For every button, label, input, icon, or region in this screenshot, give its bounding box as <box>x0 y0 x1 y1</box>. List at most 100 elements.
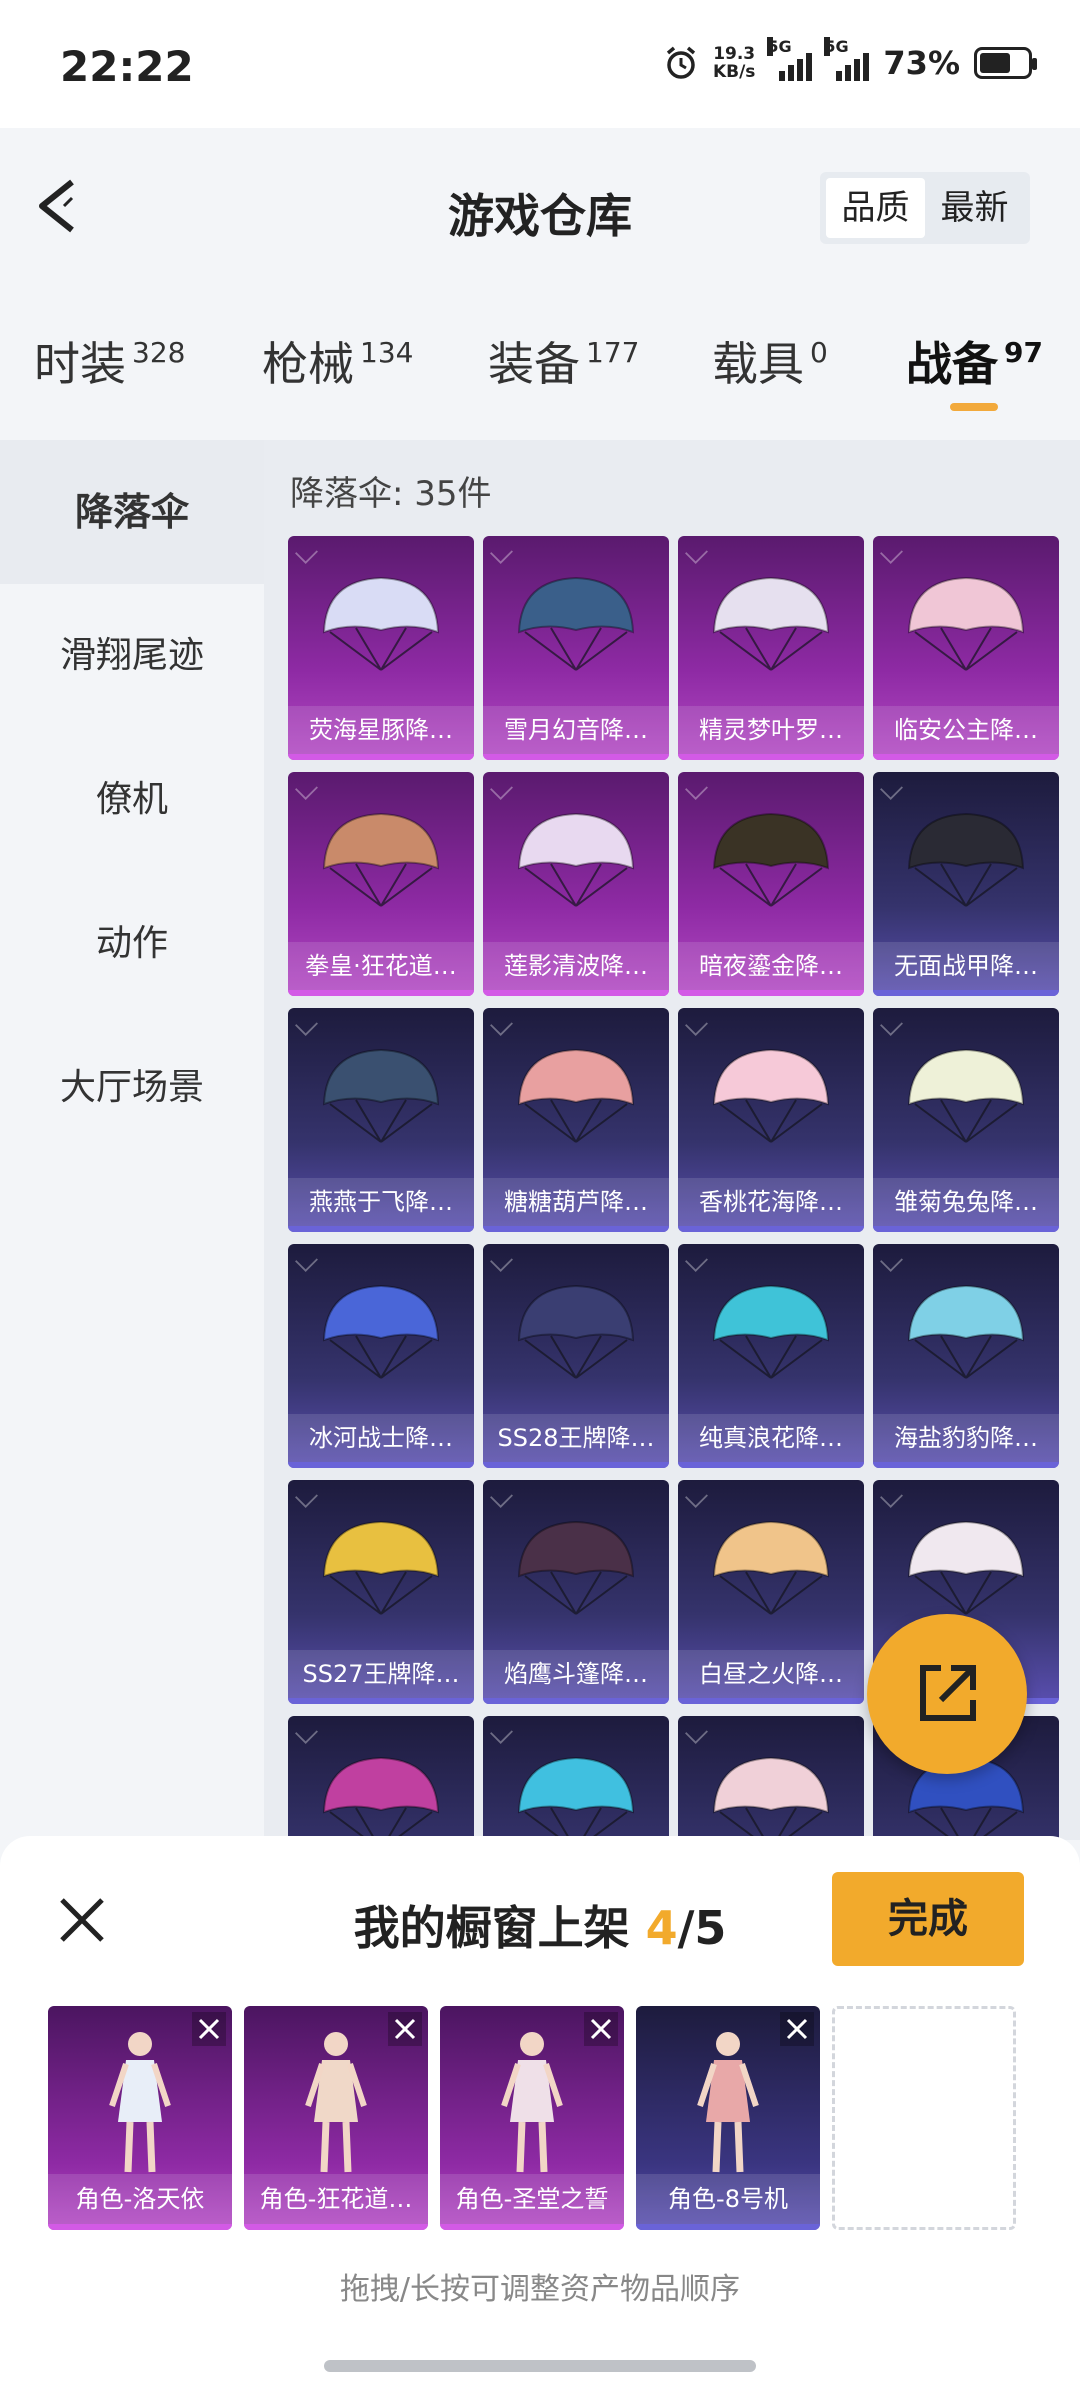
tab-fashion[interactable]: 时装 328 <box>34 328 185 394</box>
item-name: 香桃花海降… <box>678 1178 864 1226</box>
parachute-icon <box>907 1048 1025 1143</box>
item-card[interactable]: 冰河战士降… <box>288 1244 474 1468</box>
done-button[interactable]: 完成 <box>832 1872 1024 1966</box>
tab-equipment[interactable]: 装备 177 <box>488 328 639 394</box>
parachute-icon <box>712 1520 830 1615</box>
parachute-icon <box>907 1520 1025 1615</box>
signal-label-1: 5G <box>767 37 792 56</box>
item-card[interactable]: 海盐豹豹降… <box>873 1244 1059 1468</box>
parachute-icon <box>712 1048 830 1143</box>
item-card[interactable]: 香桃花海降… <box>678 1008 864 1232</box>
tab-vehicles[interactable]: 载具 0 <box>712 328 828 394</box>
item-name: 白昼之火降… <box>678 1650 864 1698</box>
item-name: 雪月幻音降… <box>483 706 669 754</box>
item-card[interactable]: 雪月幻音降… <box>483 536 669 760</box>
showcase-slot[interactable]: 角色-圣堂之誓 <box>440 2006 624 2230</box>
showcase-slot[interactable]: 角色-洛天依 <box>48 2006 232 2230</box>
item-card[interactable]: 雏菊兔兔降… <box>873 1008 1059 1232</box>
rarity-bar <box>873 1226 1059 1232</box>
remove-icon[interactable] <box>388 2012 422 2046</box>
sidebar-item-lobby-scene[interactable]: 大厅场景 <box>0 1016 264 1160</box>
parachute-icon <box>322 812 440 907</box>
check-icon <box>295 541 318 564</box>
item-card[interactable]: SS27王牌降… <box>288 1480 474 1704</box>
sort-toggle: 品质 最新 <box>820 172 1030 244</box>
header: 游戏仓库 品质 最新 <box>0 128 1080 278</box>
showcase-current-count: 4 <box>645 1901 678 1955</box>
rarity-bar <box>288 754 474 760</box>
showcase-total: /5 <box>677 1901 727 1955</box>
tab-count: 328 <box>132 336 186 369</box>
home-indicator[interactable] <box>324 2360 756 2372</box>
check-icon <box>685 1013 708 1036</box>
item-card[interactable]: 纯真浪花降… <box>678 1244 864 1468</box>
check-icon <box>490 1721 513 1744</box>
item-name: 糖糖葫芦降… <box>483 1178 669 1226</box>
item-name: 拳皇·狂花道… <box>288 942 474 990</box>
parachute-icon <box>712 1756 830 1840</box>
rarity-bar <box>873 1462 1059 1468</box>
remove-icon[interactable] <box>584 2012 618 2046</box>
rarity-bar <box>483 1698 669 1704</box>
check-icon <box>880 777 903 800</box>
parachute-icon <box>517 1284 635 1379</box>
rarity-bar <box>678 1226 864 1232</box>
sidebar-item-parachute[interactable]: 降落伞 <box>0 440 264 584</box>
sidebar-item-emote[interactable]: 动作 <box>0 872 264 1016</box>
item-card[interactable]: 糖糖葫芦降… <box>483 1008 669 1232</box>
item-card[interactable]: SS28王牌降… <box>483 1244 669 1468</box>
rarity-bar <box>288 1226 474 1232</box>
sidebar-item-wingman[interactable]: 僚机 <box>0 728 264 872</box>
item-name: 冰河战士降… <box>288 1414 474 1462</box>
net-speed: 19.3 KB/s <box>713 45 755 81</box>
tab-guns[interactable]: 枪械 134 <box>262 328 413 394</box>
sort-option-quality[interactable]: 品质 <box>826 178 925 238</box>
item-card[interactable]: 燕燕于飞降… <box>288 1008 474 1232</box>
signal-label-2: 5G <box>824 37 849 56</box>
share-button[interactable] <box>867 1614 1027 1774</box>
parachute-icon <box>322 1048 440 1143</box>
item-card[interactable]: 暗夜鎏金降… <box>678 772 864 996</box>
item-name: 焰鹰斗篷降… <box>483 1650 669 1698</box>
slot-name: 角色-8号机 <box>636 2174 820 2224</box>
check-icon <box>685 541 708 564</box>
sort-option-newest[interactable]: 最新 <box>925 178 1024 238</box>
check-icon <box>880 1013 903 1036</box>
showcase-slot[interactable]: 角色-8号机 <box>636 2006 820 2230</box>
tab-label: 装备 <box>488 337 580 391</box>
check-icon <box>490 1249 513 1272</box>
empty-slot[interactable] <box>832 2006 1016 2230</box>
tab-label: 载具 <box>712 337 804 391</box>
check-icon <box>685 1485 708 1508</box>
showcase-slot[interactable]: 角色-狂花道… <box>244 2006 428 2230</box>
parachute-icon <box>517 576 635 671</box>
item-name: SS28王牌降… <box>483 1414 669 1462</box>
item-card[interactable]: 荧海星豚降… <box>288 536 474 760</box>
item-card[interactable]: 焰鹰斗篷降… <box>483 1480 669 1704</box>
tab-count: 134 <box>360 336 414 369</box>
character-figure-icon <box>697 2032 759 2173</box>
remove-icon[interactable] <box>780 2012 814 2046</box>
item-card[interactable]: 莲影清波降… <box>483 772 669 996</box>
item-card[interactable]: 白昼之火降… <box>678 1480 864 1704</box>
character-figure-icon <box>501 2032 563 2173</box>
item-card[interactable] <box>678 1716 864 1840</box>
item-card[interactable]: 精灵梦叶罗… <box>678 536 864 760</box>
rarity-bar <box>873 990 1059 996</box>
remove-icon[interactable] <box>192 2012 226 2046</box>
item-card[interactable]: 临安公主降… <box>873 536 1059 760</box>
rarity-bar <box>440 2224 624 2230</box>
tab-war-supplies[interactable]: 战备 97 <box>906 328 1043 394</box>
item-card[interactable]: 拳皇·狂花道… <box>288 772 474 996</box>
check-icon <box>880 1249 903 1272</box>
slot-name: 角色-狂花道… <box>244 2174 428 2224</box>
item-card[interactable] <box>483 1716 669 1840</box>
parachute-icon <box>907 576 1025 671</box>
sidebar: 降落伞 滑翔尾迹 僚机 动作 大厅场景 <box>0 440 264 1840</box>
share-icon <box>920 1665 976 1721</box>
battery-percent: 73% <box>883 44 960 82</box>
item-card[interactable]: 无面战甲降… <box>873 772 1059 996</box>
rarity-bar <box>678 754 864 760</box>
item-card[interactable] <box>288 1716 474 1840</box>
sidebar-item-glide-trail[interactable]: 滑翔尾迹 <box>0 584 264 728</box>
